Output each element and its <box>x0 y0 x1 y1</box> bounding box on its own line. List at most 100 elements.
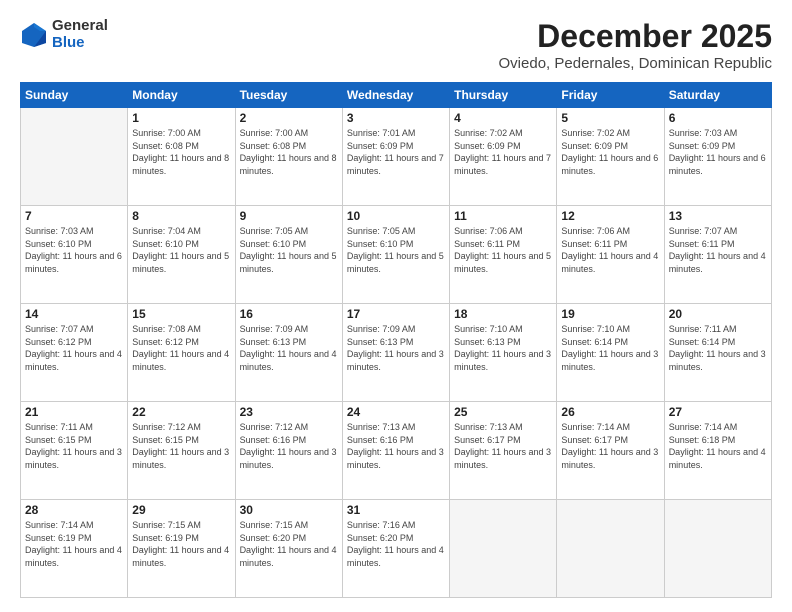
day-detail: Sunrise: 7:05 AMSunset: 6:10 PMDaylight:… <box>347 225 445 275</box>
day-detail: Sunrise: 7:14 AMSunset: 6:17 PMDaylight:… <box>561 421 659 471</box>
day-number: 5 <box>561 111 659 125</box>
day-number: 9 <box>240 209 338 223</box>
calendar-cell: 29Sunrise: 7:15 AMSunset: 6:19 PMDayligh… <box>128 500 235 598</box>
day-detail: Sunrise: 7:12 AMSunset: 6:16 PMDaylight:… <box>240 421 338 471</box>
day-number: 28 <box>25 503 123 517</box>
calendar-cell: 30Sunrise: 7:15 AMSunset: 6:20 PMDayligh… <box>235 500 342 598</box>
day-detail: Sunrise: 7:07 AMSunset: 6:12 PMDaylight:… <box>25 323 123 373</box>
day-number: 22 <box>132 405 230 419</box>
day-detail: Sunrise: 7:15 AMSunset: 6:20 PMDaylight:… <box>240 519 338 569</box>
calendar-cell: 18 Sunrise: 7:10 AMSunset: 6:13 PMDayligh… <box>450 304 557 402</box>
day-detail: Sunrise: 7:00 AMSunset: 6:08 PMDaylight:… <box>240 127 338 177</box>
day-detail: Sunrise: 7:09 AMSunset: 6:13 PMDaylight:… <box>240 323 338 373</box>
calendar-cell: 8 Sunrise: 7:04 AMSunset: 6:10 PMDaylight… <box>128 206 235 304</box>
week-row-3: 21 Sunrise: 7:11 AMSunset: 6:15 PMDayligh… <box>21 402 772 500</box>
logo-blue: Blue <box>52 35 108 52</box>
day-number: 21 <box>25 405 123 419</box>
calendar-cell: 7 Sunrise: 7:03 AMSunset: 6:10 PMDaylight… <box>21 206 128 304</box>
day-number: 2 <box>240 111 338 125</box>
day-number: 24 <box>347 405 445 419</box>
weekday-header-saturday: Saturday <box>664 83 771 108</box>
calendar-cell: 17 Sunrise: 7:09 AMSunset: 6:13 PMDayligh… <box>342 304 449 402</box>
weekday-header-sunday: Sunday <box>21 83 128 108</box>
calendar-cell: 2 Sunrise: 7:00 AMSunset: 6:08 PMDaylight… <box>235 108 342 206</box>
calendar-cell: 12Sunrise: 7:06 AMSunset: 6:11 PMDayligh… <box>557 206 664 304</box>
calendar-subtitle: Oviedo, Pedernales, Dominican Republic <box>499 55 772 72</box>
day-number: 1 <box>132 111 230 125</box>
calendar-cell: 24Sunrise: 7:13 AMSunset: 6:16 PMDayligh… <box>342 402 449 500</box>
day-number: 8 <box>132 209 230 223</box>
day-number: 16 <box>240 307 338 321</box>
day-detail: Sunrise: 7:05 AMSunset: 6:10 PMDaylight:… <box>240 225 338 275</box>
day-number: 26 <box>561 405 659 419</box>
calendar-table: SundayMondayTuesdayWednesdayThursdayFrid… <box>20 82 772 598</box>
day-detail: Sunrise: 7:02 AMSunset: 6:09 PMDaylight:… <box>454 127 552 177</box>
day-detail: Sunrise: 7:07 AMSunset: 6:11 PMDaylight:… <box>669 225 767 275</box>
calendar-cell: 26 Sunrise: 7:14 AMSunset: 6:17 PMDayligh… <box>557 402 664 500</box>
calendar-cell <box>557 500 664 598</box>
weekday-header-friday: Friday <box>557 83 664 108</box>
logo: General Blue <box>20 18 108 51</box>
week-row-2: 14 Sunrise: 7:07 AMSunset: 6:12 PMDayligh… <box>21 304 772 402</box>
day-detail: Sunrise: 7:08 AMSunset: 6:12 PMDaylight:… <box>132 323 230 373</box>
logo-text: General Blue <box>52 18 108 51</box>
day-number: 13 <box>669 209 767 223</box>
day-detail: Sunrise: 7:10 AMSunset: 6:14 PMDaylight:… <box>561 323 659 373</box>
day-number: 17 <box>347 307 445 321</box>
calendar-cell <box>21 108 128 206</box>
day-number: 14 <box>25 307 123 321</box>
day-detail: Sunrise: 7:11 AMSunset: 6:15 PMDaylight:… <box>25 421 123 471</box>
calendar-cell: 9 Sunrise: 7:05 AMSunset: 6:10 PMDaylight… <box>235 206 342 304</box>
day-detail: Sunrise: 7:13 AMSunset: 6:17 PMDaylight:… <box>454 421 552 471</box>
day-detail: Sunrise: 7:14 AMSunset: 6:19 PMDaylight:… <box>25 519 123 569</box>
calendar-cell: 19 Sunrise: 7:10 AMSunset: 6:14 PMDayligh… <box>557 304 664 402</box>
day-detail: Sunrise: 7:03 AMSunset: 6:09 PMDaylight:… <box>669 127 767 177</box>
day-number: 23 <box>240 405 338 419</box>
day-detail: Sunrise: 7:04 AMSunset: 6:10 PMDaylight:… <box>132 225 230 275</box>
day-number: 19 <box>561 307 659 321</box>
calendar-body: 1 Sunrise: 7:00 AMSunset: 6:08 PMDaylight… <box>21 108 772 598</box>
calendar-cell: 16 Sunrise: 7:09 AMSunset: 6:13 PMDayligh… <box>235 304 342 402</box>
calendar-cell: 10Sunrise: 7:05 AMSunset: 6:10 PMDayligh… <box>342 206 449 304</box>
day-number: 31 <box>347 503 445 517</box>
calendar-cell: 28 Sunrise: 7:14 AMSunset: 6:19 PMDayligh… <box>21 500 128 598</box>
calendar-cell: 27 Sunrise: 7:14 AMSunset: 6:18 PMDayligh… <box>664 402 771 500</box>
day-number: 15 <box>132 307 230 321</box>
day-detail: Sunrise: 7:03 AMSunset: 6:10 PMDaylight:… <box>25 225 123 275</box>
day-number: 18 <box>454 307 552 321</box>
day-number: 20 <box>669 307 767 321</box>
day-detail: Sunrise: 7:10 AMSunset: 6:13 PMDaylight:… <box>454 323 552 373</box>
weekday-header-tuesday: Tuesday <box>235 83 342 108</box>
day-detail: Sunrise: 7:11 AMSunset: 6:14 PMDaylight:… <box>669 323 767 373</box>
calendar-cell: 3Sunrise: 7:01 AMSunset: 6:09 PMDaylight… <box>342 108 449 206</box>
week-row-0: 1 Sunrise: 7:00 AMSunset: 6:08 PMDaylight… <box>21 108 772 206</box>
calendar-cell: 5 Sunrise: 7:02 AMSunset: 6:09 PMDaylight… <box>557 108 664 206</box>
calendar-cell: 25 Sunrise: 7:13 AMSunset: 6:17 PMDayligh… <box>450 402 557 500</box>
calendar-cell: 15 Sunrise: 7:08 AMSunset: 6:12 PMDayligh… <box>128 304 235 402</box>
calendar-cell: 1 Sunrise: 7:00 AMSunset: 6:08 PMDaylight… <box>128 108 235 206</box>
day-number: 11 <box>454 209 552 223</box>
header: General Blue December 2025 Oviedo, Peder… <box>20 18 772 72</box>
day-number: 4 <box>454 111 552 125</box>
day-detail: Sunrise: 7:14 AMSunset: 6:18 PMDaylight:… <box>669 421 767 471</box>
day-number: 7 <box>25 209 123 223</box>
day-detail: Sunrise: 7:09 AMSunset: 6:13 PMDaylight:… <box>347 323 445 373</box>
calendar-cell <box>450 500 557 598</box>
day-detail: Sunrise: 7:02 AMSunset: 6:09 PMDaylight:… <box>561 127 659 177</box>
page: General Blue December 2025 Oviedo, Peder… <box>0 0 792 612</box>
calendar-cell: 11 Sunrise: 7:06 AMSunset: 6:11 PMDayligh… <box>450 206 557 304</box>
day-detail: Sunrise: 7:00 AMSunset: 6:08 PMDaylight:… <box>132 127 230 177</box>
day-number: 29 <box>132 503 230 517</box>
day-number: 6 <box>669 111 767 125</box>
day-number: 25 <box>454 405 552 419</box>
day-detail: Sunrise: 7:01 AMSunset: 6:09 PMDaylight:… <box>347 127 445 177</box>
title-block: December 2025 Oviedo, Pedernales, Domini… <box>499 18 772 72</box>
calendar-cell: 4 Sunrise: 7:02 AMSunset: 6:09 PMDaylight… <box>450 108 557 206</box>
day-number: 27 <box>669 405 767 419</box>
week-row-1: 7 Sunrise: 7:03 AMSunset: 6:10 PMDaylight… <box>21 206 772 304</box>
day-detail: Sunrise: 7:06 AMSunset: 6:11 PMDaylight:… <box>454 225 552 275</box>
weekday-header-thursday: Thursday <box>450 83 557 108</box>
logo-icon <box>20 21 48 49</box>
weekday-header-monday: Monday <box>128 83 235 108</box>
logo-general: General <box>52 18 108 35</box>
